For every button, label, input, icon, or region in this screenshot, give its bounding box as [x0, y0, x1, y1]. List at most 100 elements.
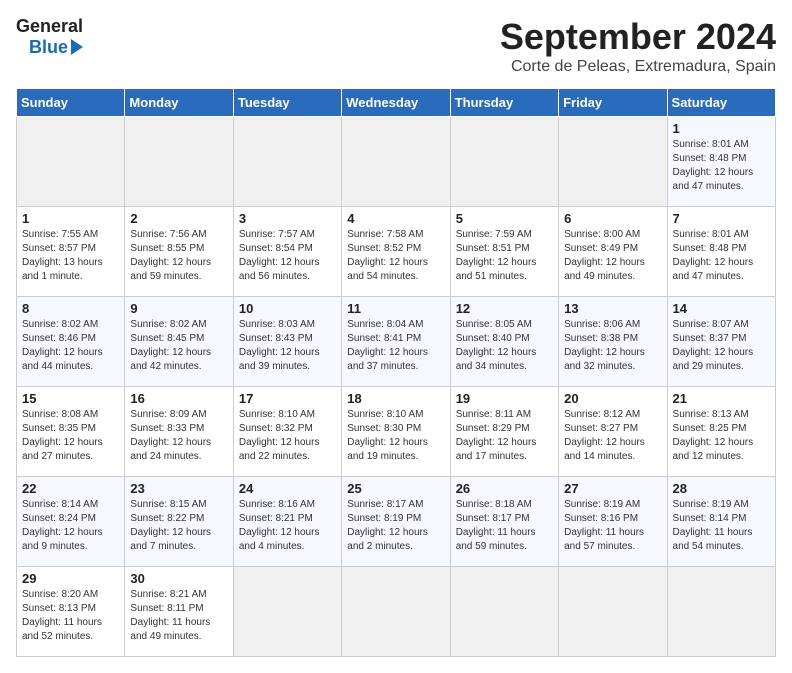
day-number: 21 — [673, 391, 770, 406]
day-number: 7 — [673, 211, 770, 226]
col-header-monday: Monday — [125, 89, 233, 117]
calendar-table: SundayMondayTuesdayWednesdayThursdayFrid… — [16, 88, 776, 657]
day-number: 10 — [239, 301, 336, 316]
calendar-cell: 18 Sunrise: 8:10 AMSunset: 8:30 PMDayligh… — [342, 387, 450, 477]
calendar-cell — [17, 117, 125, 207]
calendar-cell: 12Sunrise: 8:05 AMSunset: 8:40 PMDayligh… — [450, 297, 558, 387]
day-number: 13 — [564, 301, 661, 316]
calendar-cell — [233, 117, 341, 207]
day-info: Sunrise: 8:07 AMSunset: 8:37 PMDaylight:… — [673, 318, 770, 374]
day-number: 27 — [564, 481, 661, 496]
day-info: Sunrise: 7:59 AMSunset: 8:51 PMDaylight:… — [456, 228, 553, 284]
day-info: Sunrise: 8:15 AMSunset: 8:22 PMDaylight:… — [130, 498, 227, 554]
col-header-tuesday: Tuesday — [233, 89, 341, 117]
col-header-sunday: Sunday — [17, 89, 125, 117]
day-info: Sunrise: 8:04 AMSunset: 8:41 PMDaylight:… — [347, 318, 444, 374]
day-number: 15 — [22, 391, 119, 406]
calendar-cell: 5 Sunrise: 7:59 AMSunset: 8:51 PMDaylight… — [450, 207, 558, 297]
day-number: 6 — [564, 211, 661, 226]
calendar-cell: 26Sunrise: 8:18 AMSunset: 8:17 PMDayligh… — [450, 477, 558, 567]
day-info: Sunrise: 8:19 AMSunset: 8:16 PMDaylight:… — [564, 498, 661, 554]
title-block: September 2024 Corte de Peleas, Extremad… — [500, 16, 776, 76]
day-info: Sunrise: 8:13 AMSunset: 8:25 PMDaylight:… — [673, 408, 770, 464]
calendar-cell: 20 Sunrise: 8:12 AMSunset: 8:27 PMDayligh… — [559, 387, 667, 477]
day-info: Sunrise: 8:08 AMSunset: 8:35 PMDaylight:… — [22, 408, 119, 464]
day-info: Sunrise: 8:10 AMSunset: 8:30 PMDaylight:… — [347, 408, 444, 464]
day-info: Sunrise: 8:21 AMSunset: 8:11 PMDaylight:… — [130, 588, 227, 644]
day-number: 8 — [22, 301, 119, 316]
logo: General Blue — [16, 16, 83, 57]
day-info: Sunrise: 8:01 AMSunset: 8:48 PMDaylight:… — [673, 228, 770, 284]
day-number: 1 — [22, 211, 119, 226]
calendar-cell: 10Sunrise: 8:03 AMSunset: 8:43 PMDayligh… — [233, 297, 341, 387]
day-number: 19 — [456, 391, 553, 406]
calendar-cell: 17 Sunrise: 8:10 AMSunset: 8:32 PMDayligh… — [233, 387, 341, 477]
calendar-cell: 4Sunrise: 7:58 AMSunset: 8:52 PMDaylight… — [342, 207, 450, 297]
day-number: 30 — [130, 571, 227, 586]
day-info: Sunrise: 8:02 AMSunset: 8:46 PMDaylight:… — [22, 318, 119, 374]
day-number: 11 — [347, 301, 444, 316]
calendar-cell: 21 Sunrise: 8:13 AMSunset: 8:25 PMDayligh… — [667, 387, 775, 477]
day-number: 18 — [347, 391, 444, 406]
col-header-saturday: Saturday — [667, 89, 775, 117]
page-header: General Blue September 2024 Corte de Pel… — [16, 16, 776, 76]
calendar-cell: 14 Sunrise: 8:07 AMSunset: 8:37 PMDayligh… — [667, 297, 775, 387]
calendar-cell: 9Sunrise: 8:02 AMSunset: 8:45 PMDaylight… — [125, 297, 233, 387]
day-number: 24 — [239, 481, 336, 496]
day-info: Sunrise: 7:58 AMSunset: 8:52 PMDaylight:… — [347, 228, 444, 284]
day-info: Sunrise: 8:12 AMSunset: 8:27 PMDaylight:… — [564, 408, 661, 464]
calendar-cell: 1 Sunrise: 7:55 AMSunset: 8:57 PMDaylight… — [17, 207, 125, 297]
day-info: Sunrise: 7:55 AMSunset: 8:57 PMDaylight:… — [22, 228, 119, 284]
day-number: 28 — [673, 481, 770, 496]
calendar-cell: 15 Sunrise: 8:08 AMSunset: 8:35 PMDayligh… — [17, 387, 125, 477]
day-number: 25 — [347, 481, 444, 496]
calendar-cell: 1 Sunrise: 8:01 AMSunset: 8:48 PMDaylight… — [667, 117, 775, 207]
day-info: Sunrise: 8:00 AMSunset: 8:49 PMDaylight:… — [564, 228, 661, 284]
location-subtitle: Corte de Peleas, Extremadura, Spain — [500, 58, 776, 76]
day-info: Sunrise: 8:16 AMSunset: 8:21 PMDaylight:… — [239, 498, 336, 554]
logo-blue: Blue — [29, 37, 68, 58]
calendar-cell: 3Sunrise: 7:57 AMSunset: 8:54 PMDaylight… — [233, 207, 341, 297]
calendar-cell: 22 Sunrise: 8:14 AMSunset: 8:24 PMDayligh… — [17, 477, 125, 567]
calendar-cell: 7 Sunrise: 8:01 AMSunset: 8:48 PMDaylight… — [667, 207, 775, 297]
day-number: 2 — [130, 211, 227, 226]
day-number: 14 — [673, 301, 770, 316]
logo-arrow-icon — [71, 39, 83, 55]
calendar-cell: 28 Sunrise: 8:19 AMSunset: 8:14 PMDayligh… — [667, 477, 775, 567]
calendar-cell — [450, 117, 558, 207]
day-number: 29 — [22, 571, 119, 586]
calendar-cell: 6 Sunrise: 8:00 AMSunset: 8:49 PMDaylight… — [559, 207, 667, 297]
day-info: Sunrise: 8:19 AMSunset: 8:14 PMDaylight:… — [673, 498, 770, 554]
calendar-cell: 27 Sunrise: 8:19 AMSunset: 8:16 PMDayligh… — [559, 477, 667, 567]
day-number: 1 — [673, 121, 770, 136]
col-header-friday: Friday — [559, 89, 667, 117]
calendar-cell — [559, 117, 667, 207]
day-number: 5 — [456, 211, 553, 226]
day-number: 20 — [564, 391, 661, 406]
day-number: 12 — [456, 301, 553, 316]
day-info: Sunrise: 8:18 AMSunset: 8:17 PMDaylight:… — [456, 498, 553, 554]
calendar-cell: 16Sunrise: 8:09 AMSunset: 8:33 PMDayligh… — [125, 387, 233, 477]
day-info: Sunrise: 8:01 AMSunset: 8:48 PMDaylight:… — [673, 138, 770, 194]
col-header-wednesday: Wednesday — [342, 89, 450, 117]
calendar-cell: 8 Sunrise: 8:02 AMSunset: 8:46 PMDaylight… — [17, 297, 125, 387]
calendar-cell: 13 Sunrise: 8:06 AMSunset: 8:38 PMDayligh… — [559, 297, 667, 387]
day-info: Sunrise: 8:14 AMSunset: 8:24 PMDaylight:… — [22, 498, 119, 554]
logo-general: General — [16, 16, 83, 37]
month-title: September 2024 — [500, 16, 776, 58]
calendar-cell: 19Sunrise: 8:11 AMSunset: 8:29 PMDayligh… — [450, 387, 558, 477]
calendar-cell: 2Sunrise: 7:56 AMSunset: 8:55 PMDaylight… — [125, 207, 233, 297]
calendar-cell: 11 Sunrise: 8:04 AMSunset: 8:41 PMDayligh… — [342, 297, 450, 387]
day-info: Sunrise: 8:17 AMSunset: 8:19 PMDaylight:… — [347, 498, 444, 554]
calendar-cell: 23 Sunrise: 8:15 AMSunset: 8:22 PMDayligh… — [125, 477, 233, 567]
day-info: Sunrise: 8:06 AMSunset: 8:38 PMDaylight:… — [564, 318, 661, 374]
day-number: 22 — [22, 481, 119, 496]
day-number: 17 — [239, 391, 336, 406]
day-info: Sunrise: 8:02 AMSunset: 8:45 PMDaylight:… — [130, 318, 227, 374]
day-number: 16 — [130, 391, 227, 406]
col-header-thursday: Thursday — [450, 89, 558, 117]
day-number: 23 — [130, 481, 227, 496]
day-info: Sunrise: 8:10 AMSunset: 8:32 PMDaylight:… — [239, 408, 336, 464]
calendar-cell: 24 Sunrise: 8:16 AMSunset: 8:21 PMDayligh… — [233, 477, 341, 567]
day-info: Sunrise: 7:57 AMSunset: 8:54 PMDaylight:… — [239, 228, 336, 284]
